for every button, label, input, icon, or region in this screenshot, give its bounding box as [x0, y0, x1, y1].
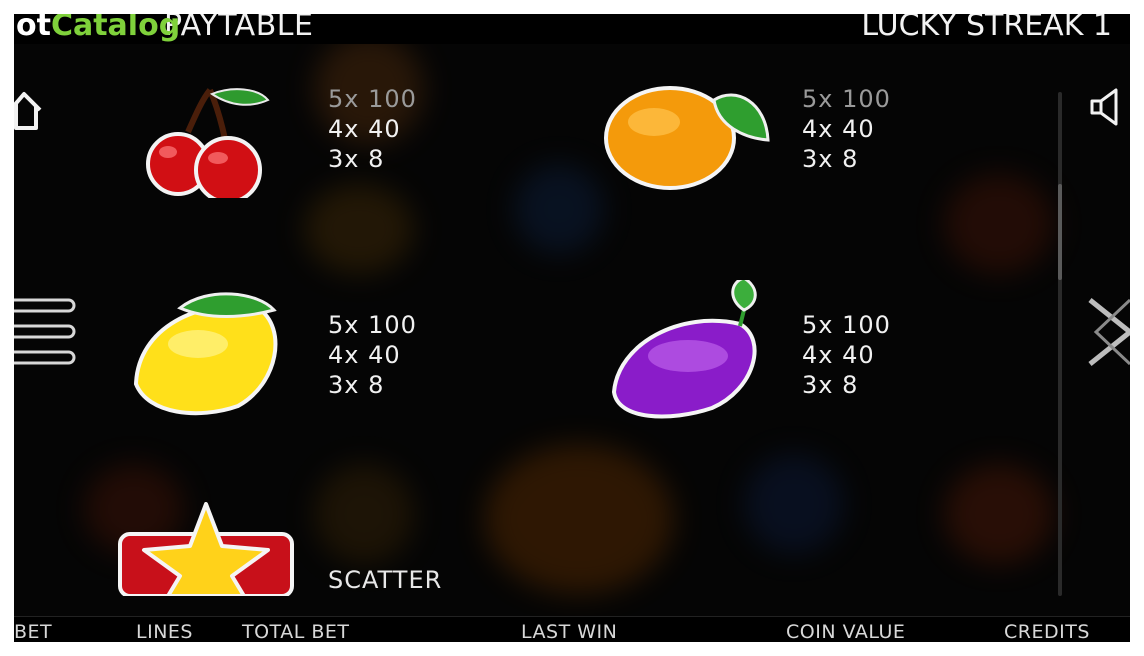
cherry-icon	[146, 88, 270, 198]
payout-3x: 3x 8	[328, 145, 385, 173]
bet-label: BET	[14, 621, 53, 642]
background-symbol	[484, 444, 674, 594]
lines-label: LINES	[136, 621, 193, 642]
payout-4x: 4x 40	[802, 341, 875, 369]
orange-icon	[604, 86, 770, 190]
game-title: LUCKY STREAK 1	[861, 14, 1112, 43]
paytable-scrollbar[interactable]	[1058, 92, 1062, 596]
close-x-icon[interactable]	[1086, 296, 1130, 368]
payout-5x: 5x 100	[802, 85, 891, 113]
scatter-label: SCATTER	[328, 566, 443, 594]
payout-3x: 3x 8	[802, 371, 859, 399]
home-icon[interactable]	[14, 88, 46, 132]
background-symbol	[944, 464, 1054, 564]
scrollbar-thumb[interactable]	[1058, 184, 1062, 280]
total-bet-label: TOTAL BET	[242, 621, 350, 642]
lemon-payouts: 5x 100 4x 40 3x 8	[328, 310, 417, 400]
payout-5x: 5x 100	[802, 311, 891, 339]
plum-payouts: 5x 100 4x 40 3x 8	[802, 310, 891, 400]
background-symbol	[314, 464, 414, 564]
payout-3x: 3x 8	[328, 371, 385, 399]
footer-bar: BET LINES TOTAL BET LAST WIN COIN VALUE …	[14, 616, 1130, 642]
star-scatter-icon	[118, 502, 294, 596]
credits-label: CREDITS	[1004, 621, 1090, 642]
payout-3x: 3x 8	[802, 145, 859, 173]
payout-4x: 4x 40	[802, 115, 875, 143]
background-symbol	[304, 184, 414, 274]
header-bar: PAYTABLE otCatalog LUCKY STREAK 1	[14, 14, 1130, 44]
payout-5x: 5x 100	[328, 311, 417, 339]
background-symbol	[514, 164, 604, 254]
last-win-label: LAST WIN	[521, 621, 618, 642]
cherry-payouts: 5x 100 4x 40 3x 8	[328, 84, 417, 174]
hamburger-menu-icon[interactable]	[14, 296, 78, 372]
plum-icon	[611, 280, 757, 419]
orange-payouts: 5x 100 4x 40 3x 8	[802, 84, 891, 174]
lemon-icon	[133, 292, 278, 416]
watermark-logo: otCatalog	[16, 14, 181, 43]
payout-5x: 5x 100	[328, 85, 417, 113]
payout-4x: 4x 40	[328, 341, 401, 369]
background-symbol	[944, 174, 1054, 274]
game-frame: PAYTABLE otCatalog LUCKY STREAK 1 5x 100…	[14, 14, 1130, 642]
coin-value-label: COIN VALUE	[786, 621, 906, 642]
background-symbol	[744, 454, 844, 554]
payout-4x: 4x 40	[328, 115, 401, 143]
speaker-icon[interactable]	[1088, 88, 1126, 126]
